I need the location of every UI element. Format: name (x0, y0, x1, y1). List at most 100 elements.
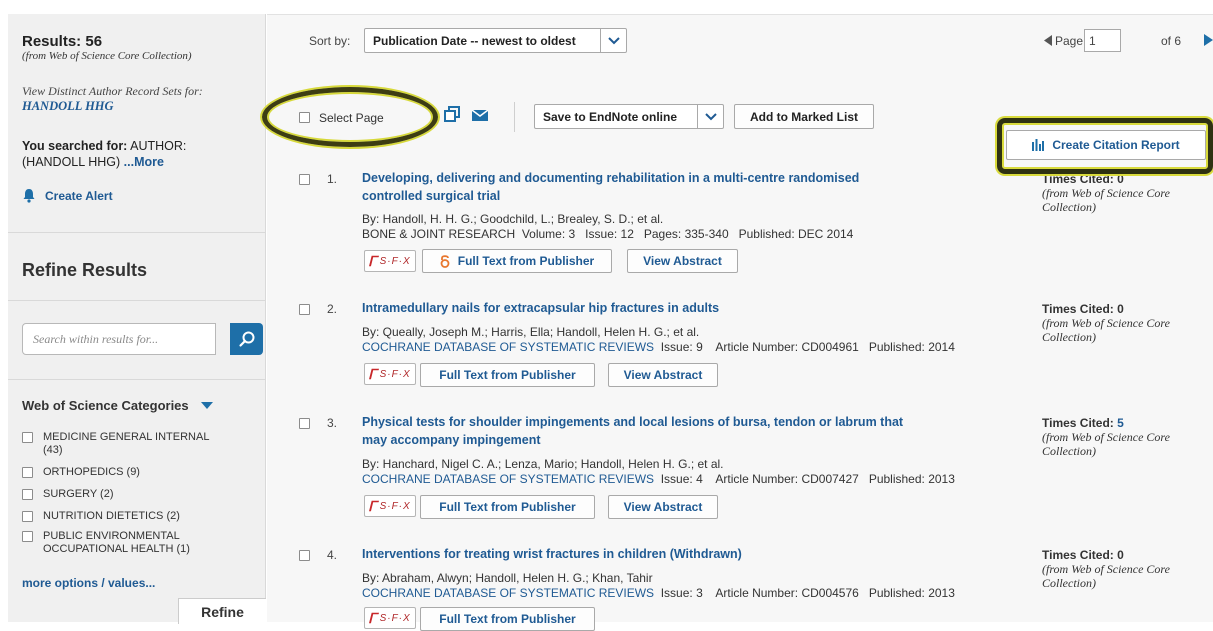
record-number: 1. (327, 172, 338, 186)
chevron-down-icon (600, 29, 626, 52)
more-link[interactable]: ...More (124, 155, 164, 169)
searched-value: AUTHOR: (130, 139, 187, 153)
results-summary: Results: 56 (from Web of Science Core Co… (22, 33, 255, 62)
category-count: (43) (43, 444, 63, 456)
times-cited-count-link[interactable]: 5 (1117, 416, 1124, 430)
sidebar: Results: 56 (from Web of Science Core Co… (8, 14, 266, 624)
record-title[interactable]: Intramedullary nails for extracapsular h… (362, 299, 1002, 317)
create-alert-link[interactable]: Create Alert (22, 188, 255, 203)
divider (8, 300, 265, 301)
sort-select[interactable]: Publication Date -- newest to oldest (364, 28, 627, 53)
page-label: Page (1055, 34, 1084, 48)
category-checkbox[interactable] (22, 432, 33, 443)
times-cited-block: Times Cited: 5 (from Web of Science Core… (1042, 416, 1202, 458)
category-label: NUTRITION DIETETICS (2) (43, 510, 180, 522)
open-access-icon (440, 255, 450, 268)
divider (8, 379, 265, 380)
next-page-icon[interactable] (1204, 34, 1213, 46)
author-record-link[interactable]: HANDOLL HHG (22, 99, 255, 114)
sfx-link-button[interactable]: 𝛤 S·F·X (364, 495, 416, 517)
full-text-button[interactable]: Full Text from Publisher (420, 363, 595, 387)
category-item[interactable]: PUBLIC ENVIRONMENTAL OCCUPATIONAL HEALTH … (22, 530, 190, 556)
record-checkbox[interactable] (299, 550, 310, 561)
times-cited-source: (from Web of Science Core Collection) (1042, 430, 1170, 458)
times-cited-block: Times Cited: 0 (from Web of Science Core… (1042, 172, 1202, 214)
category-item[interactable]: NUTRITION DIETETICS (2) (22, 510, 180, 523)
save-endnote-label: Save to EndNote online (543, 109, 678, 124)
record-title[interactable]: Developing, delivering and documenting r… (362, 169, 1002, 205)
record-details: Issue: 9 Article Number: CD004961 Publis… (660, 340, 955, 354)
chevron-down-icon (697, 105, 723, 128)
sfx-link-button[interactable]: 𝛤 S·F·X (364, 250, 416, 272)
record-authors: By: Abraham, Alwyn; Handoll, Helen H. G.… (362, 571, 653, 585)
full-text-button[interactable]: Full Text from Publisher (422, 249, 612, 273)
sort-value: Publication Date -- newest to oldest (373, 33, 576, 48)
results-count: Results: 56 (22, 33, 103, 50)
sfx-logo-icon: 𝛤 (369, 609, 379, 626)
times-cited: Times Cited: 0 (1042, 172, 1124, 186)
record-title[interactable]: Physical tests for shoulder impingements… (362, 413, 1002, 449)
searched-value-2: (HANDOLL HHG) (22, 155, 121, 169)
record-source: BONE & JOINT RESEARCH (362, 227, 516, 241)
refine-button[interactable]: Refine (178, 598, 266, 624)
record-source-line: COCHRANE DATABASE OF SYSTEMATIC REVIEWS … (362, 472, 955, 486)
record-source[interactable]: COCHRANE DATABASE OF SYSTEMATIC REVIEWS (362, 472, 654, 486)
category-label: MEDICINE GENERAL INTERNAL (43, 431, 210, 443)
category-checkbox[interactable] (22, 531, 33, 542)
record-source-line: COCHRANE DATABASE OF SYSTEMATIC REVIEWS … (362, 340, 955, 354)
more-options-link[interactable]: more options / values... (22, 576, 255, 590)
record-title[interactable]: Interventions for treating wrist fractur… (362, 545, 1002, 563)
record-source-line: BONE & JOINT RESEARCH Volume: 3 Issue: 1… (362, 227, 853, 241)
sfx-link-button[interactable]: 𝛤 S·F·X (364, 363, 416, 385)
category-item[interactable]: MEDICINE GENERAL INTERNAL (43) (22, 431, 209, 457)
category-label-2: OCCUPATIONAL HEALTH (1) (43, 543, 190, 555)
searched-label: You searched for: (22, 139, 128, 153)
search-within-button[interactable] (230, 323, 263, 355)
triangle-down-icon (200, 401, 213, 409)
view-abstract-button[interactable]: View Abstract (627, 249, 738, 273)
record-authors: By: Hanchard, Nigel C. A.; Lenza, Mario;… (362, 457, 724, 471)
categories-header[interactable]: Web of Science Categories (22, 398, 255, 413)
results-source: (from Web of Science Core Collection) (22, 50, 192, 62)
page-number-input[interactable]: 1 (1084, 29, 1121, 52)
divider (8, 232, 265, 233)
divider (267, 14, 1213, 15)
times-cited-block: Times Cited: 0 (from Web of Science Core… (1042, 302, 1202, 344)
previous-page-icon[interactable] (1044, 35, 1052, 46)
record-authors: By: Queally, Joseph M.; Harris, Ella; Ha… (362, 325, 700, 339)
times-cited-source: (from Web of Science Core Collection) (1042, 562, 1170, 590)
times-cited: Times Cited: 5 (1042, 416, 1124, 430)
add-to-marked-list-button[interactable]: Add to Marked List (734, 104, 874, 129)
view-abstract-button[interactable]: View Abstract (608, 495, 718, 519)
category-checkbox[interactable] (22, 489, 33, 500)
times-cited: Times Cited: 0 (1042, 302, 1124, 316)
sfx-link-button[interactable]: 𝛤 S·F·X (364, 607, 416, 629)
category-checkbox[interactable] (22, 511, 33, 522)
times-cited-block: Times Cited: 0 (from Web of Science Core… (1042, 548, 1202, 590)
record-checkbox[interactable] (299, 418, 310, 429)
search-icon (238, 331, 254, 347)
sfx-logo-icon: 𝛤 (369, 252, 379, 269)
print-icon[interactable] (444, 106, 460, 122)
sfx-logo-icon: 𝛤 (369, 365, 379, 382)
page-of-label: of 6 (1161, 34, 1182, 48)
view-abstract-button[interactable]: View Abstract (608, 363, 718, 387)
search-within-input[interactable]: Search within results for... (22, 323, 216, 355)
record-source[interactable]: COCHRANE DATABASE OF SYSTEMATIC REVIEWS (362, 340, 654, 354)
create-alert-label: Create Alert (45, 188, 113, 203)
category-item[interactable]: ORTHOPEDICS (9) (22, 466, 140, 479)
record-checkbox[interactable] (299, 174, 310, 185)
times-cited: Times Cited: 0 (1042, 548, 1124, 562)
category-item[interactable]: SURGERY (2) (22, 488, 114, 501)
record-checkbox[interactable] (299, 304, 310, 315)
search-query: You searched for: AUTHOR: (HANDOLL HHG) … (22, 138, 255, 170)
save-to-endnote-select[interactable]: Save to EndNote online (534, 104, 724, 129)
select-page-highlight (262, 87, 438, 147)
full-text-button[interactable]: Full Text from Publisher (420, 495, 595, 519)
full-text-button[interactable]: Full Text from Publisher (420, 607, 595, 631)
record-source[interactable]: COCHRANE DATABASE OF SYSTEMATIC REVIEWS (362, 586, 654, 600)
category-label: PUBLIC ENVIRONMENTAL (43, 530, 180, 542)
category-checkbox[interactable] (22, 467, 33, 478)
email-icon[interactable] (472, 110, 488, 121)
times-cited-source: (from Web of Science Core Collection) (1042, 186, 1170, 214)
